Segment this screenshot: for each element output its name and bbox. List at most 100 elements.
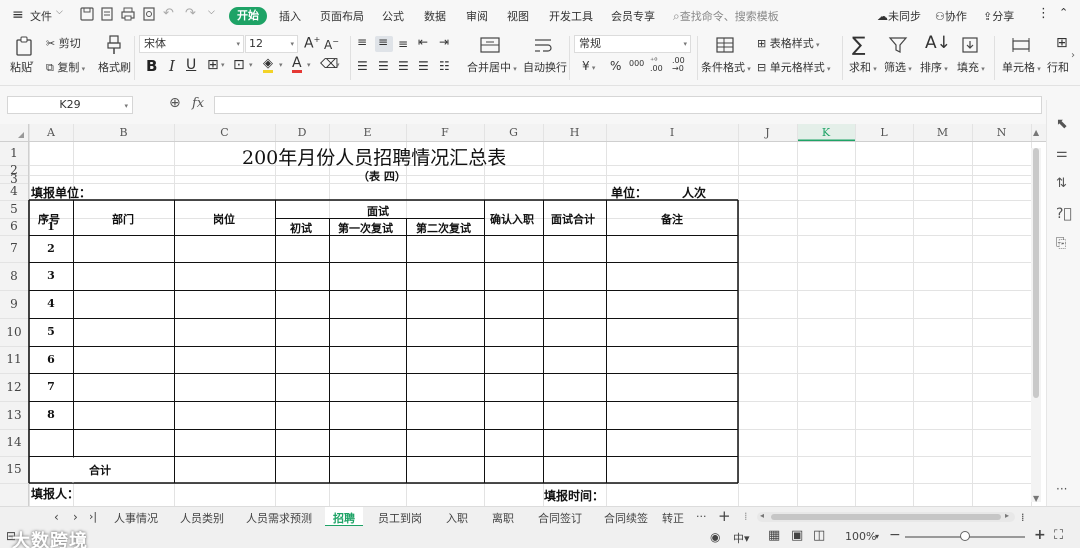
sheet-tab[interactable]: 离职 <box>492 510 514 526</box>
split-view-icon[interactable]: ⁞ <box>1021 511 1025 524</box>
row-header-1[interactable]: 1 <box>0 141 28 165</box>
properties-icon[interactable]: ⚌ <box>1056 146 1072 162</box>
align-top-icon[interactable]: ≡ <box>357 35 367 49</box>
header-second[interactable]: 第一次复试 <box>338 220 393 236</box>
format-painter-button[interactable]: 格式刷 <box>98 59 131 75</box>
ribbon-scroll-right-icon[interactable]: › <box>1071 50 1075 61</box>
row-col-icon[interactable]: ⊞ <box>1056 35 1068 51</box>
spreadsheet-grid[interactable]: ABCDEFGHIJKLMN 1 2 3 4 5 6 7 8 9 10 11 12 13 14 15 200… <box>0 124 1046 506</box>
column-header-f[interactable]: F <box>406 124 484 141</box>
fullscreen-icon[interactable]: ⛶ <box>1054 528 1063 543</box>
thousands-button[interactable]: 000 <box>629 59 644 68</box>
tab-page-layout[interactable]: 页面布局 <box>320 8 364 24</box>
more-tools-icon[interactable]: ··· <box>1056 482 1072 498</box>
column-header-b[interactable]: B <box>73 124 174 141</box>
conditional-format-icon[interactable] <box>715 36 735 54</box>
row-header-13[interactable]: 13 <box>0 401 28 429</box>
chevron-down-icon[interactable]: ▾ <box>279 61 283 69</box>
unit-label[interactable]: 单位： <box>611 184 647 201</box>
row-header-11[interactable]: 11 <box>0 346 28 373</box>
copy-button[interactable]: ⧉ 复制 ▾ <box>46 59 85 75</box>
more-tabs-button[interactable]: ··· <box>696 510 707 523</box>
chevron-down-icon[interactable]: ▾ <box>307 61 311 69</box>
font-size-select[interactable]: 12 ▾ <box>245 35 298 53</box>
filler-label[interactable]: 填报人： <box>31 485 79 502</box>
tab-member[interactable]: 会员专享 <box>611 8 655 24</box>
border-icon[interactable]: ⊞ <box>207 57 219 73</box>
chevron-down-icon[interactable]: ▾ <box>336 61 340 69</box>
sheet-tab[interactable]: 员工到岗 <box>378 510 422 526</box>
tab-splitter[interactable]: ⁞ <box>744 510 748 523</box>
row-header-7[interactable]: 7 <box>0 235 28 262</box>
header-total[interactable]: 面试合计 <box>551 211 595 227</box>
format-painter-icon[interactable] <box>105 35 123 55</box>
column-header-n[interactable]: N <box>972 124 1031 141</box>
fill-time-label[interactable]: 填报时间： <box>544 487 604 504</box>
wrap-text-button[interactable]: 自动换行 <box>523 59 567 75</box>
unit-value[interactable]: 人次 <box>682 184 706 201</box>
cell-style-button[interactable]: ⊟ 单元格样式 ▾ <box>757 59 830 75</box>
more-icon[interactable]: ⋮ <box>1037 6 1050 21</box>
cell-button[interactable]: 单元格 ▾ <box>1002 59 1041 75</box>
tab-next-icon[interactable]: › <box>73 510 78 524</box>
increase-font-icon[interactable]: A+ <box>304 35 320 52</box>
header-first[interactable]: 初试 <box>290 220 312 236</box>
merge-center-icon[interactable] <box>480 36 500 54</box>
input-method-icon[interactable]: 中▾ <box>733 530 750 546</box>
sum-label[interactable]: 合计 <box>89 462 111 478</box>
table-style-button[interactable]: ⊞ 表格样式 ▾ <box>757 35 819 51</box>
zoom-slider-knob[interactable] <box>960 531 970 541</box>
undo-icon[interactable]: ↶ <box>163 6 174 21</box>
normal-view-icon[interactable]: ▦ <box>768 528 780 543</box>
align-right-icon[interactable]: ☰ <box>398 59 409 73</box>
select-cursor-icon[interactable]: ⬉ <box>1056 116 1072 132</box>
row-header-3[interactable]: 3 <box>0 173 28 185</box>
row-header-9[interactable]: 9 <box>0 290 28 318</box>
bold-icon[interactable]: B <box>146 57 157 75</box>
increase-decimal-icon[interactable]: ⁺⁰ .00 <box>650 57 663 73</box>
header-remark[interactable]: 备注 <box>661 211 683 227</box>
decrease-decimal-icon[interactable]: .00 →0 <box>672 57 685 73</box>
add-sheet-button[interactable]: + <box>718 507 731 525</box>
fill-icon[interactable] <box>961 36 979 54</box>
conditional-format-button[interactable]: 条件格式 ▾ <box>701 59 751 75</box>
horizontal-scrollbar[interactable] <box>757 512 1015 522</box>
zoom-level[interactable]: 100% <box>845 530 876 543</box>
sort-icon[interactable]: A↓ <box>925 33 951 53</box>
seq-cell[interactable]: 7 <box>29 373 73 401</box>
column-header-k[interactable]: K <box>797 124 855 141</box>
header-third[interactable]: 第二次复试 <box>416 220 471 236</box>
vertical-scrollbar[interactable] <box>1031 148 1041 502</box>
align-bottom-icon[interactable]: ≡ <box>398 37 408 51</box>
number-format-select[interactable]: 常规 ▾ <box>574 35 691 53</box>
column-header-j[interactable]: J <box>738 124 797 141</box>
fill-color-icon[interactable]: ◈ <box>263 57 273 73</box>
sheet-tab[interactable]: 转正 <box>662 510 684 526</box>
sheet-tab[interactable]: 合同签订 <box>538 510 582 526</box>
column-header-c[interactable]: C <box>174 124 275 141</box>
transform-icon[interactable]: ⇅ <box>1056 176 1072 192</box>
file-menu[interactable]: 文件 <box>30 8 52 24</box>
tab-view[interactable]: 视图 <box>507 8 529 24</box>
sum-button[interactable]: 求和 ▾ <box>849 59 877 75</box>
chevron-down-icon[interactable]: ▾ <box>249 61 253 69</box>
sum-icon[interactable]: ∑ <box>852 32 865 56</box>
seq-cell[interactable]: 8 <box>29 401 73 429</box>
tab-last-icon[interactable]: ›| <box>89 510 97 523</box>
fill-button[interactable]: 填充 ▾ <box>957 59 985 75</box>
zoom-search-icon[interactable]: ⊕ <box>169 95 181 111</box>
save-icon[interactable] <box>79 6 95 22</box>
row-header-15[interactable]: 15 <box>0 456 28 483</box>
filter-button[interactable]: 筛选 ▾ <box>884 59 912 75</box>
font-color-icon[interactable]: A <box>292 56 302 73</box>
sort-button[interactable]: 排序 ▾ <box>920 59 948 75</box>
export-pdf-icon[interactable] <box>99 6 115 22</box>
sheet-tab[interactable]: 人员类别 <box>180 510 224 526</box>
align-middle-icon[interactable]: ≡ <box>378 35 388 49</box>
row-col-button[interactable]: 行和 <box>1047 59 1069 75</box>
print-icon[interactable] <box>120 6 136 22</box>
row-header-12[interactable]: 12 <box>0 373 28 401</box>
sheet-tab-active[interactable]: 招聘 <box>325 507 363 527</box>
collapse-ribbon-icon[interactable]: ⌃ <box>1059 6 1068 19</box>
zoom-out-icon[interactable]: − <box>889 527 901 543</box>
